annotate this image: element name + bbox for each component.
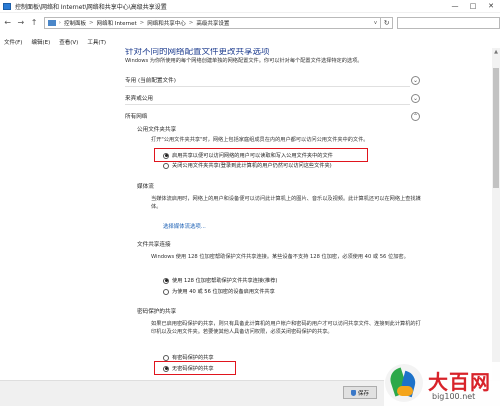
forward-arrow-icon[interactable]: → — [15, 17, 26, 29]
media-streaming-options-link[interactable]: 选择媒体流选项... — [163, 222, 206, 230]
watermark-url: big100.net — [432, 392, 476, 401]
maximize-button[interactable]: □ — [464, 0, 482, 13]
save-button-label: 保存 — [357, 390, 370, 397]
breadcrumb-separator: > — [88, 19, 94, 26]
file-sharing-title: 文件共享连接 — [137, 242, 171, 248]
breadcrumb-control-panel[interactable]: 控制面板 — [64, 19, 86, 27]
watermark-brand: 大百网 — [428, 370, 491, 394]
radio-button-selected[interactable] — [163, 277, 169, 284]
menu-edit[interactable]: 编辑(E) — [31, 38, 50, 48]
page-description: Windows 为你所使用的每个网络创建单独的网络配置文件。你可以针对每个配置文… — [125, 58, 363, 64]
public-folder-off-option[interactable]: 关闭公用文件夹共享(登录到此计算机的用户仍然可以访问这些文件夹) — [163, 162, 332, 169]
file-sharing-description: Windows 使用 128 位加密帮助保护文件共享连接。某些设备不支持 128… — [151, 254, 409, 260]
profile-guest-public[interactable]: 来宾或公用 ⌄ — [125, 93, 420, 103]
breadcrumb-separator: › — [58, 19, 61, 26]
control-panel-icon — [3, 2, 11, 10]
settings-content: 针对不同的网络配置文件更改共享选项 Windows 为你所使用的每个网络创建单独… — [0, 48, 500, 380]
public-folder-description: 打开"公用文件夹共享"时，网络上包括家庭组成员在内的用户都可以访问公用文件夹中的… — [151, 137, 369, 143]
media-streaming-description: 当媒体流启用时，网络上的用户和设备便可以访问此计算机上的图片、音乐以及视频。此计… — [151, 196, 421, 210]
window-controls: — □ ✕ — [446, 0, 500, 13]
breadcrumb-network-sharing-center[interactable]: 网络和共享中心 — [147, 19, 186, 27]
control-panel-location-icon — [47, 19, 56, 26]
media-streaming-title: 媒体流 — [137, 184, 154, 190]
profile-all-networks[interactable]: 所有网络 ⌃ — [125, 111, 420, 121]
uac-shield-icon — [350, 389, 356, 396]
menu-bar: 文件(F) 编辑(E) 查看(V) 工具(T) — [0, 38, 500, 48]
profile-private[interactable]: 专用 (当前配置文件) ⌄ — [125, 75, 420, 85]
breadcrumb-network-internet[interactable]: 网络和 Internet — [97, 19, 137, 27]
address-bar-row: ← → ↑ › 控制面板 > 网络和 Internet > 网络和共享中心 > … — [0, 14, 500, 31]
highlight-box — [154, 361, 236, 375]
breadcrumb-separator: > — [139, 19, 145, 26]
profile-guest-label: 来宾或公用 — [125, 96, 153, 102]
address-dropdown-icon[interactable]: v — [370, 20, 380, 26]
back-arrow-icon[interactable]: ← — [2, 17, 13, 29]
up-arrow-icon[interactable]: ↑ — [29, 17, 40, 29]
menu-tools[interactable]: 工具(T) — [87, 38, 106, 48]
breadcrumb-advanced-sharing[interactable]: 高级共享设置 — [196, 19, 229, 27]
password-sharing-title: 密码保护的共享 — [137, 309, 177, 315]
encryption-128-label: 使用 128 位加密帮助保护文件共享连接(推荐) — [172, 278, 278, 284]
vertical-scrollbar[interactable]: ▲ — [492, 48, 500, 380]
expand-chevron-icon[interactable]: ⌄ — [411, 93, 420, 103]
encryption-128-option[interactable]: 使用 128 位加密帮助保护文件共享连接(推荐) — [163, 277, 277, 284]
radio-button[interactable] — [163, 354, 169, 361]
encryption-40-56-label: 为使用 40 或 56 位加密的设备启用文件共享 — [172, 289, 275, 295]
scrollbar-thumb[interactable] — [493, 68, 499, 188]
page-heading: 针对不同的网络配置文件更改共享选项 — [125, 48, 270, 57]
menu-view[interactable]: 查看(V) — [59, 38, 78, 48]
public-folder-title: 公用文件夹共享 — [137, 127, 177, 133]
scroll-up-icon[interactable]: ▲ — [492, 48, 500, 56]
save-changes-button[interactable]: 保存 — [343, 386, 377, 399]
expand-chevron-icon[interactable]: ⌄ — [411, 75, 420, 85]
minimize-button[interactable]: — — [446, 0, 464, 13]
encryption-40-56-option[interactable]: 为使用 40 或 56 位加密的设备启用文件共享 — [163, 288, 275, 295]
password-on-label: 有密码保护的共享 — [172, 355, 214, 361]
refresh-icon[interactable]: ↻ — [381, 16, 393, 29]
watermark-logo: 大百网 big100.net — [384, 362, 500, 406]
highlight-box — [154, 148, 368, 162]
address-bar[interactable]: › 控制面板 > 网络和 Internet > 网络和共享中心 > 高级共享设置… — [43, 16, 382, 29]
password-on-option[interactable]: 有密码保护的共享 — [163, 354, 214, 361]
profile-all-label: 所有网络 — [125, 114, 148, 120]
radio-button[interactable] — [163, 288, 169, 295]
divider — [125, 104, 410, 105]
breadcrumb-separator: > — [188, 19, 194, 26]
divider — [125, 86, 410, 87]
public-folder-off-label: 关闭公用文件夹共享(登录到此计算机的用户仍然可以访问这些文件夹) — [172, 163, 332, 169]
window-title: 控制面板\网络和 Internet\网络和共享中心\高级共享设置 — [15, 3, 167, 11]
title-bar: 控制面板\网络和 Internet\网络和共享中心\高级共享设置 — □ ✕ — [0, 0, 500, 13]
radio-button[interactable] — [163, 162, 169, 169]
search-input[interactable] — [396, 16, 500, 29]
menu-file[interactable]: 文件(F) — [4, 38, 22, 48]
collapse-chevron-icon[interactable]: ⌃ — [411, 111, 420, 121]
profile-private-label: 专用 (当前配置文件) — [125, 78, 176, 84]
close-button[interactable]: ✕ — [482, 0, 500, 13]
password-sharing-description: 如果已启用密码保护的共享，则只有具备此计算机的用户帐户和密码的用户才可以访问共享… — [151, 321, 421, 335]
logo-emblem-icon — [385, 364, 423, 402]
